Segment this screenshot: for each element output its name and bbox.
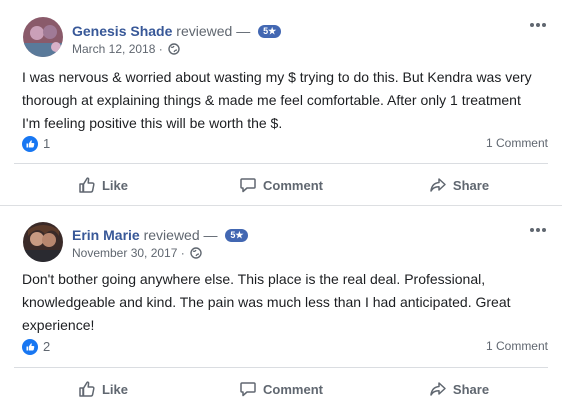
review-stats: 2 1 Comment	[22, 338, 548, 356]
review-text: Don't bother going anywhere else. This p…	[22, 271, 511, 333]
actions-divider	[14, 163, 548, 164]
like-count[interactable]: 2	[43, 339, 50, 354]
share-icon	[430, 178, 446, 192]
like-button[interactable]: Like	[14, 168, 192, 202]
actions-divider	[14, 367, 548, 368]
comment-icon	[240, 178, 256, 193]
review-date[interactable]: November 30, 2017 ·	[72, 246, 202, 262]
rating-badge: 5★	[258, 25, 282, 38]
thumbs-up-icon	[79, 381, 95, 397]
avatar[interactable]	[23, 17, 63, 57]
review-verb: reviewed	[143, 227, 200, 243]
author-name[interactable]: Erin Marie	[72, 227, 140, 243]
action-bar: Like Comment Share	[14, 372, 548, 406]
share-label: Share	[452, 381, 490, 397]
comment-label: Comment	[263, 177, 323, 193]
like-count[interactable]: 1	[43, 136, 50, 151]
thumbs-up-icon	[79, 177, 95, 193]
separator: —	[236, 23, 251, 39]
share-button[interactable]: Share	[370, 168, 548, 202]
comment-button[interactable]: Comment	[192, 168, 370, 202]
date-text: March 12, 2018 ·	[72, 42, 163, 56]
globe-icon	[168, 43, 180, 58]
share-label: Share	[452, 177, 490, 193]
review-header: Genesis Shade reviewed — 5★	[72, 22, 282, 40]
like-button[interactable]: Like	[14, 372, 192, 406]
review-header: Erin Marie reviewed — 5★	[72, 226, 249, 244]
comment-icon	[240, 382, 256, 397]
like-reaction-icon[interactable]	[22, 339, 38, 355]
share-button[interactable]: Share	[370, 372, 548, 406]
comment-button[interactable]: Comment	[192, 372, 370, 406]
review-text: I was nervous & worried about wasting my…	[22, 69, 532, 131]
globe-icon	[190, 247, 202, 262]
rating-badge: 5★	[225, 229, 249, 242]
share-icon	[430, 382, 446, 396]
review-date[interactable]: March 12, 2018 ·	[72, 42, 180, 58]
like-label: Like	[101, 381, 128, 397]
comment-count[interactable]: 1 Comment	[486, 339, 548, 353]
avatar[interactable]	[23, 222, 63, 262]
date-text: November 30, 2017 ·	[72, 246, 185, 260]
review-verb: reviewed	[176, 23, 233, 39]
review-stats: 1 1 Comment	[22, 135, 548, 153]
comment-label: Comment	[263, 381, 323, 397]
more-options-icon[interactable]	[528, 18, 548, 30]
more-options-icon[interactable]	[528, 223, 548, 235]
like-reaction-icon[interactable]	[22, 136, 38, 152]
review-card: Genesis Shade reviewed — 5★ March 12, 20…	[0, 0, 562, 205]
comment-count[interactable]: 1 Comment	[486, 136, 548, 150]
separator: —	[203, 227, 218, 243]
author-name[interactable]: Genesis Shade	[72, 23, 172, 39]
action-bar: Like Comment Share	[14, 168, 548, 202]
like-label: Like	[101, 177, 128, 193]
review-card: Erin Marie reviewed — 5★ November 30, 20…	[0, 206, 562, 410]
